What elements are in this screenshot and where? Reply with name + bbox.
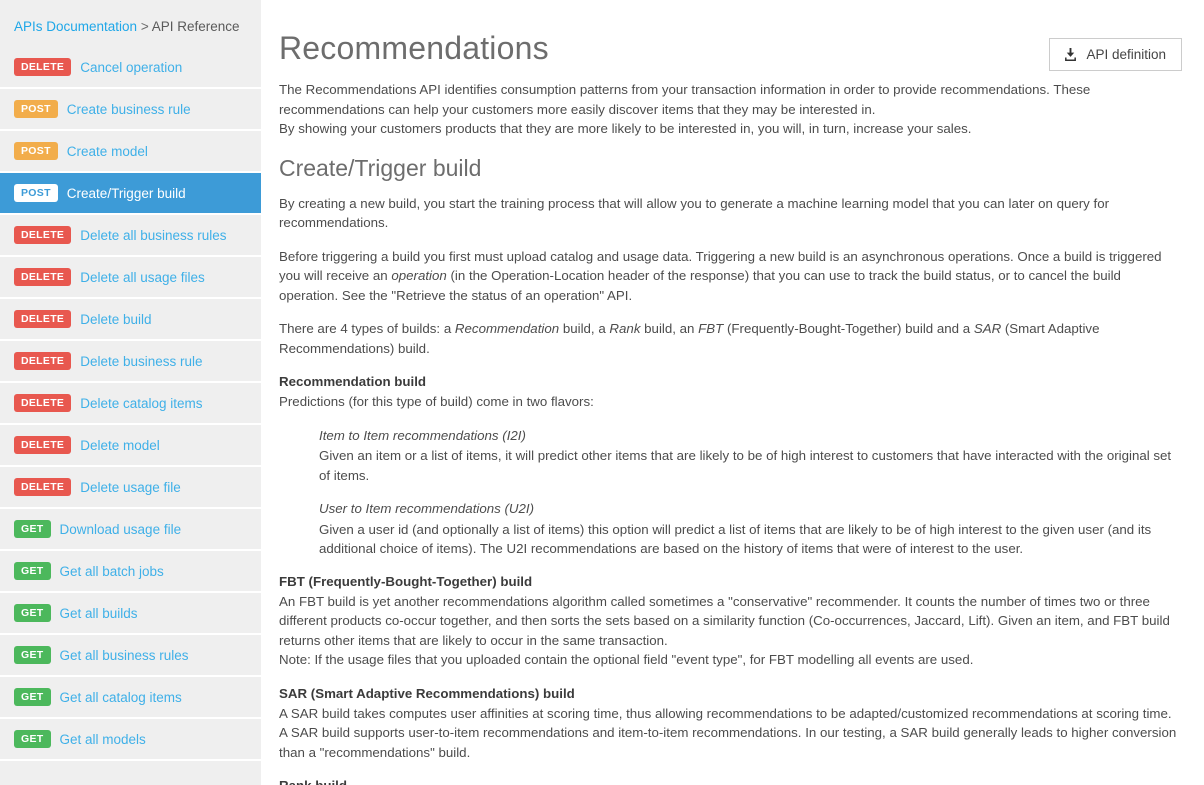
flavor-title-i2i: Item to Item recommendations (I2I) <box>319 427 526 443</box>
api-operation-item[interactable]: GET Get all batch jobs <box>0 551 261 593</box>
api-operation-item[interactable]: DELETE Delete catalog items <box>0 383 261 425</box>
api-operation-item[interactable]: GET Download usage file <box>0 509 261 551</box>
para2-emphasis-operation: operation <box>391 268 447 283</box>
flavor-body-u2i: Given a user id (and optionally a list o… <box>319 521 1152 557</box>
para3-emphasis-rank: Rank <box>609 321 641 336</box>
breadcrumb-separator: > <box>140 19 149 34</box>
para3-part-b: build, a <box>559 321 610 336</box>
flavor-user-to-item: User to Item recommendations (U2I) Given… <box>319 485 1182 559</box>
para3-part-a: There are 4 types of builds: a <box>279 321 455 336</box>
http-verb-badge: DELETE <box>14 268 72 286</box>
http-verb-badge: DELETE <box>14 436 72 454</box>
api-operation-label: Delete model <box>80 437 160 453</box>
http-verb-badge: DELETE <box>14 310 72 328</box>
intro-line-2: By showing your customers products that … <box>279 121 972 136</box>
http-verb-badge: GET <box>14 688 51 706</box>
api-operation-item[interactable]: DELETE Cancel operation <box>0 47 261 89</box>
http-verb-badge: DELETE <box>14 352 72 370</box>
content-header: Recommendations API definition <box>279 28 1182 80</box>
api-operation-label: Create business rule <box>66 101 191 117</box>
http-verb-badge: DELETE <box>14 58 72 76</box>
api-operation-label: Delete usage file <box>80 479 181 495</box>
para3-emphasis-recommendation: Recommendation <box>454 321 560 336</box>
http-verb-badge: POST <box>14 184 58 202</box>
api-operation-item[interactable]: POST Create model <box>0 131 261 173</box>
api-operation-label: Create model <box>66 143 148 159</box>
paragraph-recommendation-intro: Predictions (for this type of build) com… <box>279 394 594 409</box>
paragraph-fbt-note: Note: If the usage files that you upload… <box>279 652 974 667</box>
flavor-title-u2i: User to Item recommendations (U2I) <box>319 501 535 516</box>
api-operation-label: Cancel operation <box>80 59 183 75</box>
breadcrumb-link-apis-documentation[interactable]: APIs Documentation <box>14 19 137 34</box>
paragraph-fbt-body: An FBT build is yet another recommendati… <box>279 593 1170 648</box>
api-operation-label: Get all batch jobs <box>59 563 164 579</box>
api-operation-label: Delete all usage files <box>80 269 205 285</box>
api-operation-item[interactable]: GET Get all models <box>0 719 261 761</box>
subheading-sar-build: SAR (Smart Adaptive Recommendations) bui… <box>279 685 575 701</box>
main-content: Recommendations API definition The Recom… <box>261 0 1204 785</box>
http-verb-badge: DELETE <box>14 226 72 244</box>
api-operation-item[interactable]: DELETE Delete business rule <box>0 341 261 383</box>
para3-part-d: (Frequently-Bought-Together) build and a <box>723 321 974 336</box>
api-operation-label: Download usage file <box>59 521 182 537</box>
paragraph-sar-body: A SAR build takes computes user affiniti… <box>279 705 1177 760</box>
download-icon <box>1063 47 1078 62</box>
api-operation-label: Delete build <box>80 311 152 327</box>
http-verb-badge: GET <box>14 520 51 538</box>
api-definition-button[interactable]: API definition <box>1049 38 1182 71</box>
paragraph-before-triggering: Before triggering a build you first must… <box>279 247 1182 306</box>
api-operation-list: DELETE Cancel operation POST Create busines… <box>0 47 261 761</box>
api-operation-item[interactable]: GET Get all catalog items <box>0 677 261 719</box>
api-operation-label: Delete catalog items <box>80 395 203 411</box>
subheading-rank-build: Rank build <box>279 776 1182 785</box>
subheading-recommendation-build: Recommendation build <box>279 374 427 389</box>
subheading-fbt-build: FBT (Frequently-Bought-Together) build <box>279 573 533 589</box>
api-operation-label: Get all models <box>59 731 146 747</box>
para3-part-c: build, an <box>640 321 699 336</box>
http-verb-badge: POST <box>14 100 58 118</box>
api-operation-label: Create/Trigger build <box>66 185 186 201</box>
http-verb-badge: POST <box>14 142 58 160</box>
breadcrumb: APIs Documentation > API Reference <box>0 0 261 47</box>
para3-emphasis-sar: SAR <box>973 321 1002 336</box>
paragraph-build-types: There are 4 types of builds: a Recommend… <box>279 319 1182 358</box>
http-verb-badge: GET <box>14 646 51 664</box>
breadcrumb-current: API Reference <box>151 19 240 34</box>
flavor-body-i2i: Given an item or a list of items, it wil… <box>319 448 1172 483</box>
para3-emphasis-fbt: FBT <box>698 321 724 336</box>
http-verb-badge: GET <box>14 562 51 580</box>
api-operation-item[interactable]: POST Create/Trigger build <box>0 173 261 215</box>
intro-line-1: The Recommendations API identifies consu… <box>279 82 1091 117</box>
api-sidebar: APIs Documentation > API Reference DELET… <box>0 0 261 785</box>
api-operation-item[interactable]: GET Get all builds <box>0 593 261 635</box>
intro-paragraph: The Recommendations API identifies consu… <box>279 80 1182 139</box>
page-title: Recommendations <box>279 30 549 66</box>
api-operation-item[interactable]: DELETE Delete all usage files <box>0 257 261 299</box>
api-operation-label: Delete all business rules <box>80 227 227 243</box>
api-operation-item[interactable]: GET Get all business rules <box>0 635 261 677</box>
api-operation-item[interactable]: DELETE Delete build <box>0 299 261 341</box>
api-operation-label: Delete business rule <box>80 353 203 369</box>
http-verb-badge: GET <box>14 604 51 622</box>
http-verb-badge: DELETE <box>14 478 72 496</box>
api-operation-label: Get all catalog items <box>59 689 182 705</box>
api-definition-button-label: API definition <box>1086 47 1166 62</box>
paragraph-build-intro: By creating a new build, you start the t… <box>279 195 1110 231</box>
api-operation-item[interactable]: DELETE Delete usage file <box>0 467 261 509</box>
api-operation-item[interactable]: POST Create business rule <box>0 89 261 131</box>
page-root: APIs Documentation > API Reference DELET… <box>0 0 1204 785</box>
api-operation-item[interactable]: DELETE Delete all business rules <box>0 215 261 257</box>
flavor-item-to-item: Item to Item recommendations (I2I) Given… <box>319 412 1182 486</box>
api-operation-item[interactable]: DELETE Delete model <box>0 425 261 467</box>
api-operation-label: Get all builds <box>59 605 138 621</box>
http-verb-badge: GET <box>14 730 51 748</box>
section-title-create-trigger-build: Create/Trigger build <box>279 154 482 181</box>
http-verb-badge: DELETE <box>14 394 72 412</box>
api-operation-label: Get all business rules <box>59 647 189 663</box>
